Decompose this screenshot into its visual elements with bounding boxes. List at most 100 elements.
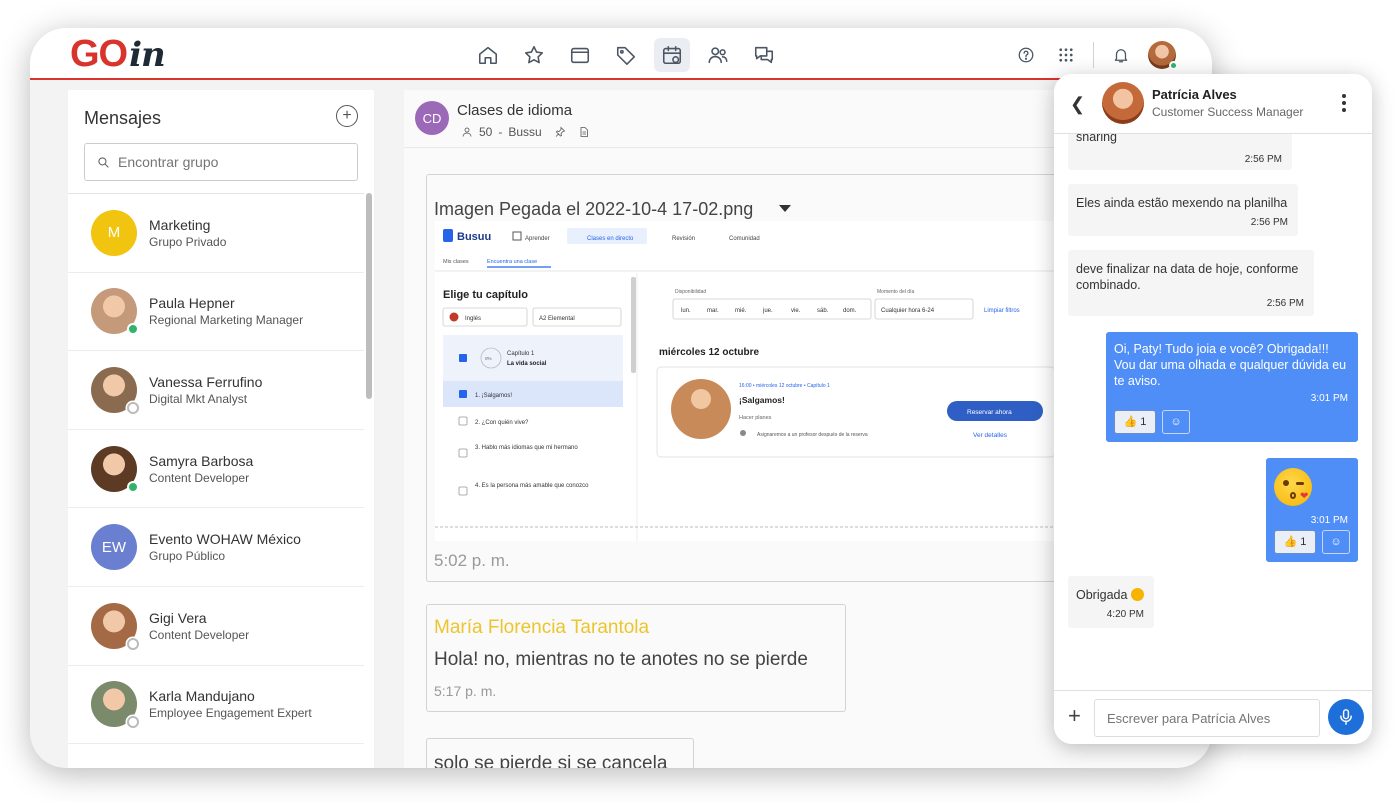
member-count[interactable]: 50	[479, 125, 492, 139]
message-text: Hola! no, mientras no te anotes no se pi…	[434, 649, 808, 670]
shot-tab-2: Clases en directo	[587, 236, 634, 242]
shot-day-1: lun.	[681, 308, 691, 314]
help-icon[interactable]	[1013, 42, 1039, 68]
chat-bubble-mine[interactable]: ❤ 3:01 PM 👍 1 ☺	[1266, 458, 1358, 562]
more-options-icon[interactable]	[1342, 94, 1346, 112]
shot-book-button: Reservar ahora	[967, 409, 1012, 416]
partner-name: Bussu	[508, 125, 542, 139]
chat-time: 4:20 PM	[1106, 609, 1144, 620]
meta-separator: -	[498, 125, 503, 139]
home-icon[interactable]	[470, 38, 506, 72]
list-item[interactable]: EW Evento WOHAW México Grupo Público	[68, 508, 364, 587]
chat-text: Eles ainda estão mexendo na planilha	[1076, 196, 1288, 210]
shot-class-title: ¡Salgamos!	[739, 395, 785, 405]
thumbs-up-reaction[interactable]: 👍 1	[1114, 410, 1156, 434]
shot-time-select: Cualquier hora 6-24	[881, 308, 935, 314]
shot-day-4: jue.	[762, 308, 773, 314]
shot-date: miércoles 12 octubre	[659, 347, 759, 358]
calendar-icon[interactable]	[654, 38, 690, 72]
chat-messages: sharing 2:56 PM Eles ainda estão mexendo…	[1054, 134, 1372, 690]
list-item-text: Vanessa Ferrufino Digital Mkt Analyst	[149, 373, 262, 407]
list-item[interactable]: Paula Hepner Regional Marketing Manager	[68, 273, 364, 352]
chat-bubble-mine[interactable]: Oi, Paty! Tudo joia e você? Obrigada!!! …	[1106, 332, 1358, 442]
plus-icon[interactable]: +	[1068, 705, 1081, 727]
reaction-count: 1	[1300, 536, 1307, 548]
search-icon	[98, 156, 109, 168]
chat-bubble[interactable]: deve finalizar na data de hoje, conforme…	[1068, 250, 1314, 316]
image-filename[interactable]: Imagen Pegada el 2022-10-4 17-02.png	[434, 199, 753, 220]
image-message: Imagen Pegada el 2022-10-4 17-02.png Bus…	[426, 174, 1066, 582]
chat-text: sharing	[1076, 134, 1117, 144]
chat-bubble[interactable]: Eles ainda estão mexendo na planilha 2:5…	[1068, 184, 1298, 236]
shot-subtab-2: Encuentra una clase	[487, 259, 537, 265]
status-dot	[127, 637, 139, 650]
add-reaction-icon[interactable]: ☺	[1322, 530, 1350, 554]
contact-avatar[interactable]	[1102, 82, 1144, 124]
chat-text: Obrigada	[1076, 587, 1144, 603]
pasted-image[interactable]: Busuu Aprender Clases en directo Revisió…	[435, 221, 1065, 541]
group-search[interactable]	[84, 143, 358, 181]
message-input[interactable]	[1094, 699, 1320, 737]
tag-icon[interactable]	[608, 38, 644, 72]
logo[interactable]: GOin	[70, 34, 166, 75]
back-icon[interactable]: ❮	[1070, 94, 1085, 115]
chat-bubble[interactable]: sharing 2:56 PM	[1068, 134, 1292, 170]
list-item[interactable]: Karla Mandujano Employee Engagement Exper…	[68, 666, 364, 745]
chat-icon[interactable]	[746, 38, 782, 72]
scrollbar[interactable]	[366, 193, 372, 399]
message-author[interactable]: María Florencia Tarantola	[434, 617, 649, 639]
list-item-subtitle: Content Developer	[149, 627, 250, 642]
people-icon[interactable]	[700, 38, 736, 72]
chat-time: 3:01 PM	[1310, 515, 1348, 526]
message-text: solo se pierde si se cancela	[434, 753, 668, 768]
shot-filter-label-1: Disponibilidad	[675, 289, 706, 295]
list-item[interactable]: Samyra Barbosa Content Developer	[68, 430, 364, 509]
shot-tab-1: Aprender	[525, 236, 550, 242]
avatar	[91, 288, 139, 336]
chat-bubble[interactable]: Obrigada 4:20 PM	[1068, 576, 1154, 628]
groups-panel: Mensajes + M MarketingGrupo Privado Paula …	[68, 90, 374, 768]
bell-icon[interactable]	[1108, 42, 1134, 68]
shot-lesson-1: 1. ¡Salgamos!	[475, 393, 512, 399]
list-item[interactable]: Vanessa Ferrufino Digital Mkt Analyst	[68, 351, 364, 430]
shot-lang: Inglés	[465, 316, 481, 322]
star-icon[interactable]	[516, 38, 552, 72]
chat-popup: ❮ Patrícia Alves Customer Success Manage…	[1054, 74, 1372, 744]
panel-title: Mensajes	[84, 108, 162, 128]
thumbs-up-reaction[interactable]: 👍 1	[1274, 530, 1316, 554]
search-input[interactable]	[118, 154, 338, 170]
message-time: 5:17 p. m.	[434, 683, 497, 699]
message-bubble[interactable]: María Florencia Tarantola Hola! no, mien…	[426, 604, 846, 712]
microphone-icon[interactable]	[1328, 699, 1364, 735]
list-item-name: Evento WOHAW México	[149, 531, 301, 548]
chat-time: 2:56 PM	[1266, 298, 1304, 309]
document-icon[interactable]	[578, 126, 590, 138]
list-item-name: Paula Hepner	[149, 295, 235, 312]
pin-icon[interactable]	[554, 126, 566, 138]
group-avatar[interactable]: CD	[415, 101, 449, 135]
add-reaction-icon[interactable]: ☺	[1162, 410, 1190, 434]
apps-grid-icon[interactable]	[1053, 42, 1079, 68]
list-item[interactable]: Gigi Vera Content Developer	[68, 587, 364, 666]
chat-text: Oi, Paty! Tudo joia e você? Obrigada!!! …	[1114, 342, 1347, 388]
members-icon	[462, 127, 472, 137]
wallet-icon[interactable]	[562, 38, 598, 72]
shot-lesson-2: 2. ¿Con quién vive?	[475, 420, 529, 426]
list-item-text: Gigi Vera Content Developer	[149, 609, 249, 643]
chevron-down-icon[interactable]	[779, 205, 791, 212]
list-item[interactable]: M Marketing Grupo Privado	[68, 194, 364, 273]
status-dot	[127, 401, 139, 414]
shot-day-3: mié.	[735, 308, 747, 314]
add-group-button[interactable]: +	[336, 105, 358, 127]
user-avatar[interactable]	[1148, 41, 1178, 70]
online-status-dot	[1169, 61, 1178, 70]
message-bubble[interactable]: solo se pierde si se cancela	[426, 738, 694, 768]
shot-chapter-title: Capítulo 1	[507, 351, 535, 357]
shot-clear-filters: Limpiar filtros	[984, 308, 1020, 314]
shot-class-note: Asignaremos a un profesor después de la …	[757, 432, 868, 438]
shot-class-sub: Hacer planes	[739, 415, 772, 421]
shot-heading: Elige tu capítulo	[443, 289, 528, 301]
status-dot	[127, 323, 139, 336]
list-item-subtitle: Digital Mkt Analyst	[149, 391, 248, 406]
list-item-subtitle: Content Developer	[149, 470, 250, 485]
